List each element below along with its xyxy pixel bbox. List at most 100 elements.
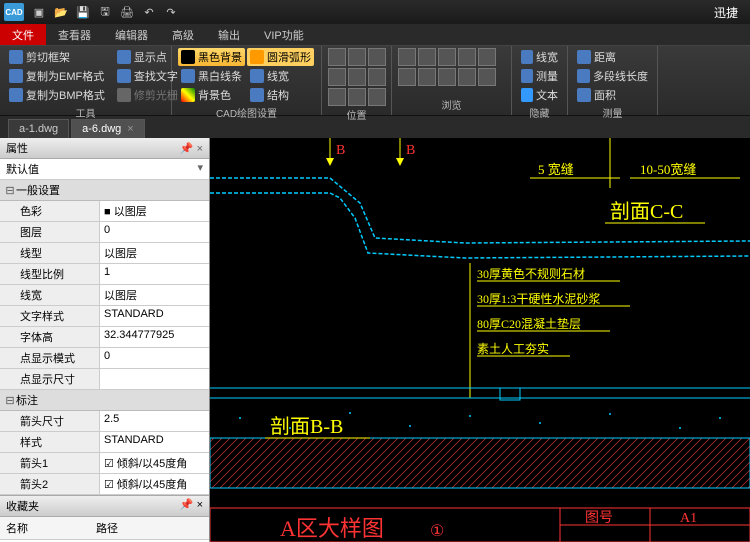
copy-emf-button[interactable]: 复制为EMF格式 — [6, 67, 108, 85]
section-annotation[interactable]: ⊟标注 — [0, 390, 209, 411]
prop-value[interactable]: STANDARD — [100, 432, 209, 452]
browse-icon-7[interactable] — [418, 68, 436, 86]
black-bg-button[interactable]: 黑色背景 — [178, 48, 245, 66]
prop-name: 线宽 — [0, 285, 100, 305]
prop-name: 箭头2 — [0, 474, 100, 494]
print-icon[interactable]: 🖨 — [116, 2, 138, 22]
prop-value[interactable]: 32.344777925 — [100, 327, 209, 347]
drawing-canvas[interactable]: B B 5 宽缝 10-50宽缝 剖面C-C 30厚黄色不规则石材 30厚1:3… — [210, 138, 750, 542]
bmp-icon — [9, 88, 23, 102]
prop-value[interactable]: ☑ 倾斜/以45度角 — [100, 474, 209, 494]
menu-viewer[interactable]: 查看器 — [46, 24, 103, 45]
app-title: 迅捷 — [714, 4, 746, 21]
zoom-all-icon[interactable] — [398, 68, 416, 86]
browse-icon-8[interactable] — [438, 68, 456, 86]
property-row[interactable]: 样式STANDARD — [0, 432, 209, 453]
prop-value[interactable]: 以图层 — [100, 243, 209, 263]
favorites-header: 收藏夹📌 × — [0, 495, 209, 517]
property-row[interactable]: 字体高32.344777925 — [0, 327, 209, 348]
collapse-icon[interactable]: ⊟ — [4, 394, 16, 407]
lw-icon — [250, 69, 264, 83]
group-browse-label: 浏览 — [398, 96, 505, 113]
position-grid[interactable] — [328, 48, 385, 106]
property-row[interactable]: 箭头1☑ 倾斜/以45度角 — [0, 453, 209, 474]
arc-icon — [250, 50, 264, 64]
collapse-icon[interactable]: ⊟ — [4, 184, 16, 197]
dropdown-icon[interactable]: ▾ — [197, 161, 203, 177]
property-row[interactable]: 点显示模式0 — [0, 348, 209, 369]
fav-col-path[interactable]: 路径 — [92, 519, 207, 537]
prop-name: 箭头1 — [0, 453, 100, 473]
property-row[interactable]: 图层0 — [0, 222, 209, 243]
zoom-in-icon[interactable] — [398, 48, 416, 66]
property-row[interactable]: 文字样式STANDARD — [0, 306, 209, 327]
show-point-button[interactable]: 显示点 — [114, 48, 181, 66]
trim-icon — [117, 88, 131, 102]
trim-raster-button[interactable]: 修剪光栅 — [114, 86, 181, 104]
prop-value[interactable]: 0 — [100, 222, 209, 242]
prop-value[interactable]: 2.5 — [100, 411, 209, 431]
pin-icon[interactable]: 📌 × — [180, 142, 203, 155]
menu-advanced[interactable]: 高级 — [160, 24, 206, 45]
hide-measure-button[interactable]: 测量 — [518, 67, 561, 85]
point-icon — [117, 50, 131, 64]
distance-button[interactable]: 距离 — [574, 48, 651, 66]
close-tab-icon[interactable]: × — [127, 123, 133, 135]
fav-col-name[interactable]: 名称 — [2, 519, 92, 537]
property-row[interactable]: 箭头2☑ 倾斜/以45度角 — [0, 474, 209, 495]
prop-value[interactable]: STANDARD — [100, 306, 209, 326]
bg-icon — [181, 50, 195, 64]
prop-value[interactable]: 以图层 — [100, 285, 209, 305]
property-row[interactable]: 点显示尺寸 — [0, 369, 209, 390]
prop-value[interactable]: 1 — [100, 264, 209, 284]
prop-name: 点显示模式 — [0, 348, 100, 368]
browse-icon-9[interactable] — [458, 68, 476, 86]
undo-icon[interactable]: ↶ — [138, 2, 160, 22]
default-value-row[interactable]: 默认值▾ — [0, 159, 209, 180]
property-row[interactable]: 线型以图层 — [0, 243, 209, 264]
hide-text-button[interactable]: 文本 — [518, 86, 561, 104]
bw-icon — [181, 69, 195, 83]
menu-output[interactable]: 输出 — [206, 24, 252, 45]
pan-icon[interactable] — [458, 48, 476, 66]
favorites-columns: 名称 路径 — [0, 517, 209, 540]
property-row[interactable]: 箭头尺寸2.5 — [0, 411, 209, 432]
file-tab-1[interactable]: a-1.dwg — [8, 119, 69, 138]
zoom-window-icon[interactable] — [478, 48, 496, 66]
prop-value[interactable]: 0 — [100, 348, 209, 368]
copy-bmp-button[interactable]: 复制为BMP格式 — [6, 86, 108, 104]
find-text-button[interactable]: 查找文字 — [114, 67, 181, 85]
open-icon[interactable]: 📂 — [50, 2, 72, 22]
dist-icon — [577, 50, 591, 64]
color-icon — [181, 88, 195, 102]
property-row[interactable]: 线宽以图层 — [0, 285, 209, 306]
lineweight-button[interactable]: 线宽 — [247, 67, 314, 85]
property-row[interactable]: 线型比例1 — [0, 264, 209, 285]
cut-frame-button[interactable]: 剪切框架 — [6, 48, 108, 66]
zoom-fit-icon[interactable] — [438, 48, 456, 66]
hide-lw-button[interactable]: 线宽 — [518, 48, 561, 66]
bg-color-button[interactable]: 背景色 — [178, 86, 245, 104]
polyline-len-button[interactable]: 多段线长度 — [574, 67, 651, 85]
pin-icon[interactable]: 📌 × — [180, 498, 203, 514]
bw-lines-button[interactable]: 黑白线条 — [178, 67, 245, 85]
prop-value[interactable]: ■ 以图层 — [100, 201, 209, 221]
browse-icon-10[interactable] — [478, 68, 496, 86]
zoom-out-icon[interactable] — [418, 48, 436, 66]
new-icon[interactable]: ▣ — [28, 2, 50, 22]
menu-file[interactable]: 文件 — [0, 24, 46, 45]
save-icon[interactable]: 💾 — [72, 2, 94, 22]
section-general[interactable]: ⊟一般设置 — [0, 180, 209, 201]
property-row[interactable]: 色彩■ 以图层 — [0, 201, 209, 222]
struct-icon — [250, 88, 264, 102]
area-button[interactable]: 面积 — [574, 86, 651, 104]
file-tab-2[interactable]: a-6.dwg× — [71, 119, 145, 138]
saveas-icon[interactable]: 🖫 — [94, 2, 116, 22]
redo-icon[interactable]: ↷ — [160, 2, 182, 22]
prop-value[interactable] — [100, 369, 209, 389]
menu-vip[interactable]: VIP功能 — [252, 24, 316, 45]
menu-editor[interactable]: 编辑器 — [103, 24, 160, 45]
structure-button[interactable]: 结构 — [247, 86, 314, 104]
smooth-arc-button[interactable]: 圆滑弧形 — [247, 48, 314, 66]
prop-value[interactable]: ☑ 倾斜/以45度角 — [100, 453, 209, 473]
